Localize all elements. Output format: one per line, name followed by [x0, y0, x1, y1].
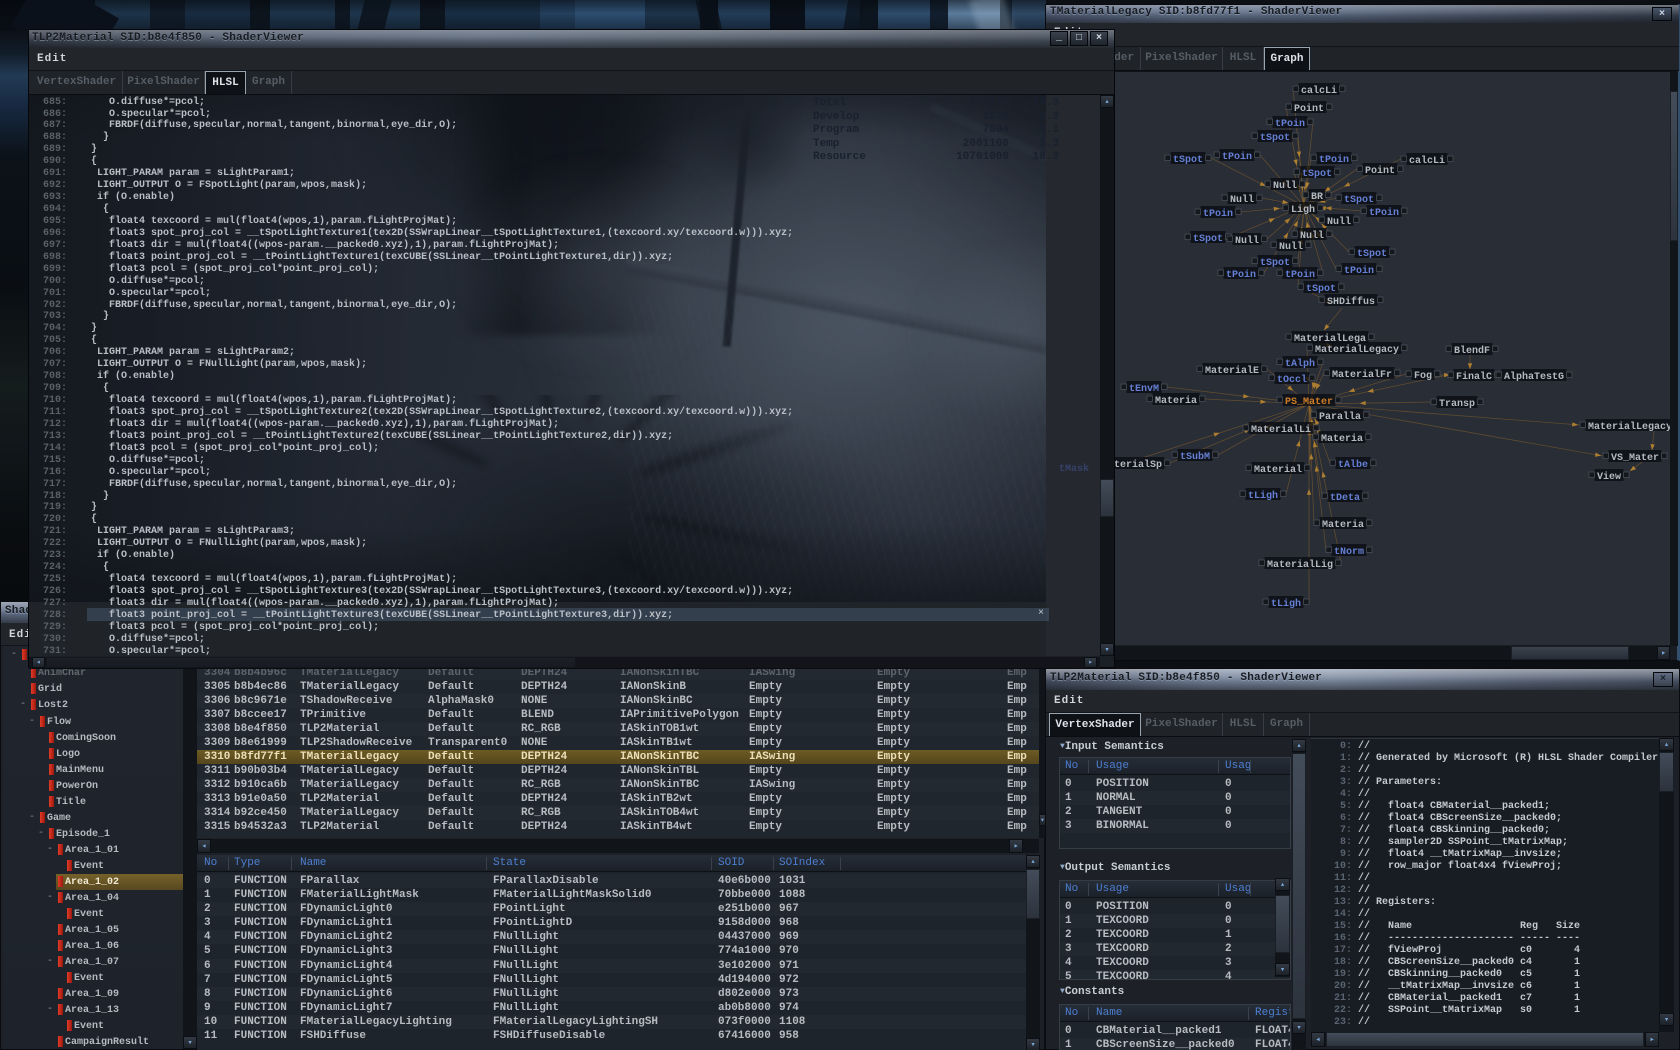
svg-text:Materia: Materia — [1321, 433, 1363, 445]
svg-text:tSpot: tSpot — [1260, 258, 1290, 269]
svg-text:Paralla: Paralla — [1319, 411, 1361, 423]
svg-text:tAlph: tAlph — [1285, 358, 1315, 370]
svg-text:tOccl: tOccl — [1277, 374, 1307, 386]
svg-text:MaterialLi: MaterialLi — [1251, 424, 1311, 436]
svg-text:PS_Mater: PS_Mater — [1285, 397, 1333, 408]
svg-text:tPoin: tPoin — [1222, 151, 1252, 163]
svg-text:MaterialFr: MaterialFr — [1332, 369, 1392, 381]
svg-text:tSpot: tSpot — [1193, 234, 1223, 245]
svg-text:Point: Point — [1365, 165, 1395, 177]
svg-text:Null: Null — [1273, 180, 1297, 192]
svg-text:tLigh: tLigh — [1248, 490, 1278, 502]
svg-text:tSpot: tSpot — [1173, 155, 1203, 166]
svg-text:tSpot: tSpot — [1344, 195, 1374, 206]
svg-text:tPoin: tPoin — [1344, 265, 1374, 277]
svg-text:MaterialE: MaterialE — [1205, 365, 1259, 377]
svg-text:tDeta: tDeta — [1330, 493, 1360, 504]
svg-text:tEnvM: tEnvM — [1129, 384, 1159, 395]
svg-text:tSubM: tSubM — [1180, 451, 1210, 463]
svg-text:MaterialLig: MaterialLig — [1267, 559, 1333, 571]
svg-text:BR: BR — [1311, 192, 1323, 203]
svg-text:tPoin: tPoin — [1369, 207, 1399, 219]
svg-text:Point: Point — [1294, 103, 1324, 115]
svg-text:AlphaTestG: AlphaTestG — [1504, 371, 1564, 383]
svg-text:calcLi: calcLi — [1301, 85, 1337, 97]
svg-text:BlendF: BlendF — [1454, 345, 1490, 357]
svg-text:Materia: Materia — [1322, 519, 1364, 531]
svg-text:tSpot: tSpot — [1260, 133, 1290, 144]
svg-text:tLigh: tLigh — [1271, 598, 1301, 610]
svg-text:tSpot: tSpot — [1306, 284, 1336, 295]
svg-text:tPoin: tPoin — [1226, 269, 1256, 281]
svg-text:tAlbe: tAlbe — [1338, 459, 1368, 471]
svg-text:tNorm: tNorm — [1334, 547, 1364, 558]
svg-text:SHDiffus: SHDiffus — [1327, 296, 1375, 308]
svg-text:Null: Null — [1230, 194, 1254, 206]
svg-text:tPoin: tPoin — [1319, 154, 1349, 166]
svg-text:tPoin: tPoin — [1275, 118, 1305, 130]
svg-text:FinalC: FinalC — [1456, 371, 1492, 383]
svg-text:Transp: Transp — [1439, 399, 1475, 410]
svg-text:Material: Material — [1254, 464, 1302, 476]
svg-text:View: View — [1597, 471, 1621, 483]
svg-text:calcLi: calcLi — [1409, 155, 1445, 167]
svg-text:Ligh: Ligh — [1291, 204, 1315, 216]
svg-text:MaterialLegacy: MaterialLegacy — [1588, 421, 1670, 433]
svg-text:tSpot: tSpot — [1357, 249, 1387, 260]
svg-text:Null: Null — [1235, 235, 1259, 247]
svg-text:tPoin: tPoin — [1285, 269, 1315, 281]
svg-text:Null: Null — [1300, 230, 1324, 242]
svg-text:MaterialLega: MaterialLega — [1294, 333, 1366, 345]
svg-text:Materia: Materia — [1155, 395, 1197, 407]
svg-text:MaterialLegacy: MaterialLegacy — [1315, 344, 1399, 356]
svg-text:tSpot: tSpot — [1302, 169, 1332, 180]
svg-text:tPoin: tPoin — [1203, 208, 1233, 220]
svg-text:VS_Mater: VS_Mater — [1611, 453, 1659, 464]
svg-text:Null: Null — [1327, 216, 1351, 228]
svg-text:Null: Null — [1279, 241, 1303, 253]
svg-text:Fog: Fog — [1414, 371, 1432, 382]
